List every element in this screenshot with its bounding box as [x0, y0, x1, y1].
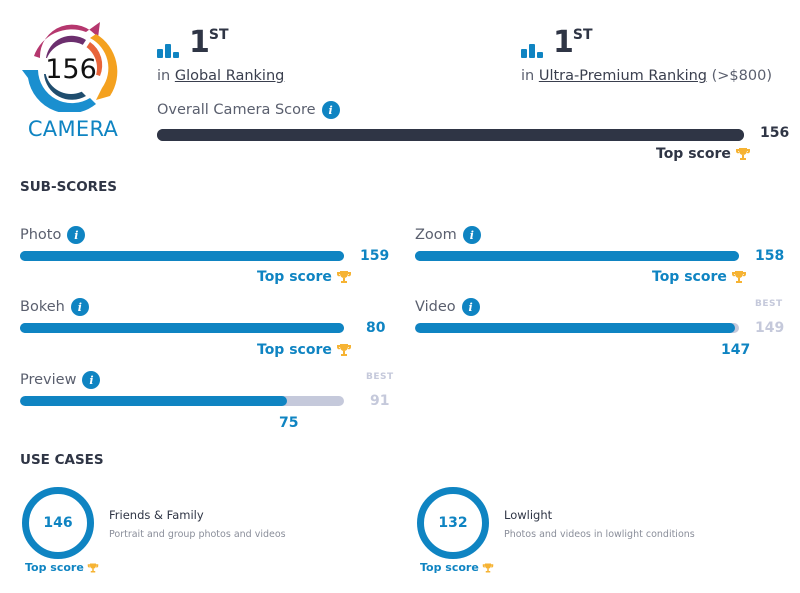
overall-score-value: 156	[760, 125, 790, 141]
photo-score-value: 159	[360, 248, 390, 264]
info-icon[interactable]: i	[461, 298, 480, 316]
video-score-bar-fill	[415, 323, 735, 333]
global-rank-number: 1	[189, 25, 210, 60]
bokeh-score-bar-fill	[20, 323, 344, 333]
friends-family-score: 146	[43, 515, 73, 531]
trophy-icon	[731, 271, 746, 283]
trophy-icon	[482, 563, 494, 572]
trophy-icon	[735, 148, 750, 160]
segment-rank: 1ST	[521, 25, 593, 60]
dxomark-camera-logo: 156	[22, 22, 118, 112]
global-rank: 1ST	[157, 25, 229, 60]
video-score-bar	[415, 323, 739, 333]
bokeh-top-score-badge: Top score	[257, 342, 352, 358]
friends-family-top-score-badge: Top score	[25, 561, 99, 574]
zoom-score-bar-fill	[415, 251, 739, 261]
zoom-score-bar	[415, 251, 739, 261]
zoom-score-value: 158	[755, 248, 785, 264]
lowlight-title: Lowlight	[504, 508, 553, 522]
use-cases-title: USE CASES	[20, 452, 104, 468]
photo-score-bar-fill	[20, 251, 344, 261]
trophy-icon	[336, 344, 351, 356]
bar-chart-icon	[157, 42, 179, 58]
overall-top-score-badge: Top score	[656, 146, 751, 162]
bar-chart-icon	[521, 42, 543, 58]
preview-best-value: 91	[370, 393, 390, 409]
sub-score-zoom-label: Zoom i	[415, 226, 481, 244]
video-score-value: 147	[721, 342, 751, 358]
trophy-icon	[336, 271, 351, 283]
preview-score-value: 75	[279, 415, 299, 431]
preview-score-bar	[20, 396, 344, 406]
sub-score-photo-label: Photo i	[20, 226, 86, 244]
trophy-icon	[87, 563, 99, 572]
friends-family-title: Friends & Family	[109, 508, 204, 522]
segment-rank-suffix: ST	[572, 27, 593, 43]
overall-score-bar	[157, 129, 744, 141]
video-best-label: BEST	[755, 299, 783, 309]
logo-score: 156	[45, 54, 97, 85]
bokeh-score-bar	[20, 323, 344, 333]
logo-label: CAMERA	[27, 117, 119, 141]
ultra-premium-ranking-link[interactable]: Ultra-Premium Ranking	[539, 68, 707, 84]
info-icon[interactable]: i	[321, 101, 340, 119]
global-rank-suffix: ST	[208, 27, 229, 43]
lowlight-desc: Photos and videos in lowlight conditions	[504, 529, 695, 540]
friends-family-score-ring: 146	[22, 487, 94, 559]
photo-top-score-badge: Top score	[257, 269, 352, 285]
sub-score-preview-label: Preview i	[20, 371, 101, 389]
zoom-top-score-badge: Top score	[652, 269, 747, 285]
global-rank-line: in Global Ranking	[157, 68, 285, 84]
segment-rank-line: in Ultra-Premium Ranking (>$800)	[521, 68, 772, 84]
info-icon[interactable]: i	[82, 371, 101, 389]
preview-best-label: BEST	[366, 372, 394, 382]
overall-score-bar-fill	[157, 129, 744, 141]
preview-score-bar-fill	[20, 396, 287, 406]
info-icon[interactable]: i	[462, 226, 481, 244]
lowlight-top-score-badge: Top score	[420, 561, 494, 574]
photo-score-bar	[20, 251, 344, 261]
sub-scores-title: SUB-SCORES	[20, 179, 118, 195]
lowlight-score: 132	[438, 515, 468, 531]
overall-score-label: Overall Camera Score i	[157, 101, 340, 119]
info-icon[interactable]: i	[70, 298, 89, 316]
info-icon[interactable]: i	[67, 226, 86, 244]
bokeh-score-value: 80	[366, 320, 386, 336]
friends-family-desc: Portrait and group photos and videos	[109, 529, 286, 540]
sub-score-bokeh-label: Bokeh i	[20, 298, 89, 316]
video-best-value: 149	[755, 320, 785, 336]
segment-rank-number: 1	[553, 25, 574, 60]
lowlight-score-ring: 132	[417, 487, 489, 559]
price-range: (>$800)	[711, 68, 772, 84]
sub-score-video-label: Video i	[415, 298, 480, 316]
global-ranking-link[interactable]: Global Ranking	[175, 68, 285, 84]
